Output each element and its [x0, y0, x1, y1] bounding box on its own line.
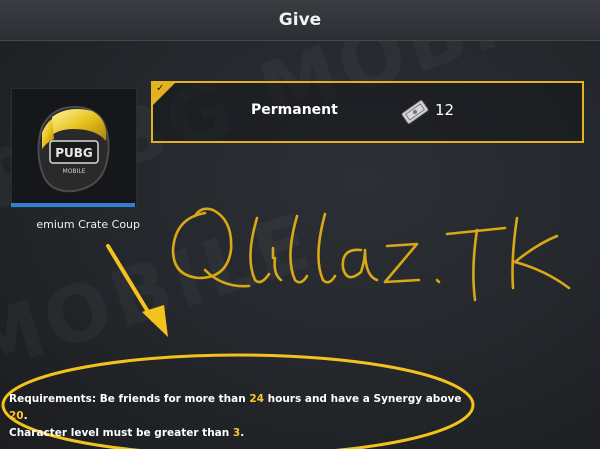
requirements-text-part: hours and have a Synergy above [263, 393, 462, 405]
required-hours-value: 24 [249, 393, 264, 405]
requirements-line-1: Requirements: Be friends for more than 2… [9, 391, 479, 425]
requirements-text-part: Character level must be greater than [9, 427, 233, 439]
requirements-text-part: . [240, 427, 245, 439]
requirements-text-part: . [23, 410, 28, 422]
required-synergy-value: 20 [9, 410, 24, 422]
requirements-text: Requirements: Be friends for more than 2… [9, 391, 479, 442]
requirements-line-2: Character level must be greater than 3. [9, 425, 479, 442]
requirements-text-part: Requirements: Be friends for more than [9, 393, 250, 405]
annotation-ellipse [1, 353, 475, 449]
give-screen: PUBG MOBILE MOBILE Give PUBG MOBILE emiu… [0, 0, 600, 449]
